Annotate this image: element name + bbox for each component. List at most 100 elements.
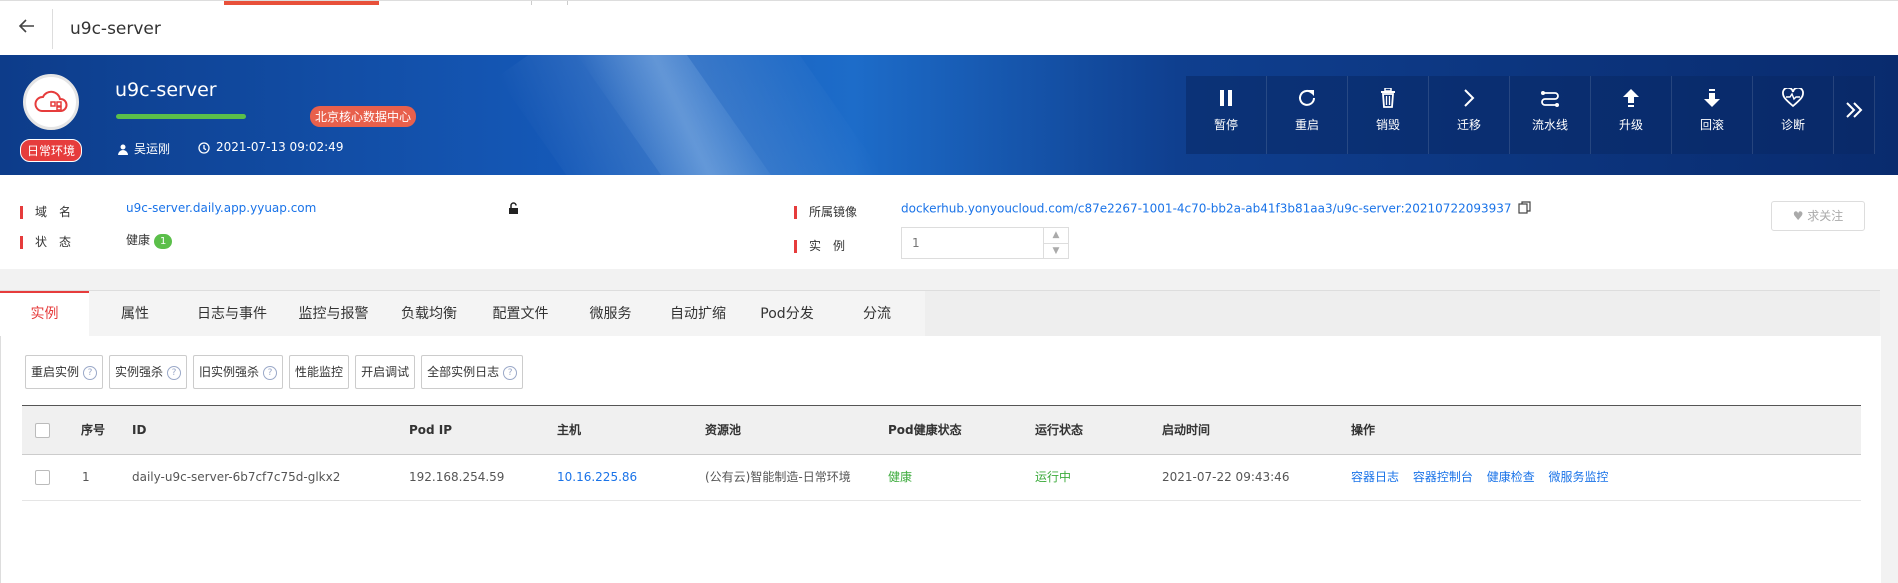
column-header: 主机: [557, 423, 582, 437]
stepper-up-icon[interactable]: ▲: [1044, 228, 1068, 244]
copy-icon[interactable]: [1517, 201, 1531, 217]
upgrade-button[interactable]: 升级: [1591, 76, 1672, 154]
diagnose-button[interactable]: 诊断: [1753, 76, 1834, 154]
image-value: dockerhub.yonyoucloud.com/c87e2267-1001-…: [901, 201, 1531, 217]
app-logo: [23, 74, 79, 130]
top-bar: u9c-server: [0, 0, 1898, 56]
force-kill-instance-button[interactable]: 实例强杀?: [109, 355, 188, 389]
pipeline-icon: [1510, 76, 1590, 116]
column-header: 运行状态: [1035, 423, 1084, 437]
domain-label-text: 域 名: [35, 205, 72, 219]
pipeline-button[interactable]: 流水线: [1510, 76, 1591, 154]
help-icon[interactable]: ?: [263, 365, 278, 380]
tab-divider: [567, 1, 568, 5]
more-actions-button[interactable]: [1834, 76, 1875, 154]
app-name: u9c-server: [115, 79, 217, 101]
table-header: 序号 ID Pod IP 主机 资源池 Pod健康状态 运行状态 启动时间 操作: [22, 405, 1861, 455]
tab-monitoring-alerts[interactable]: 监控与报警: [283, 291, 384, 337]
restart-button[interactable]: 重启: [1267, 76, 1348, 154]
help-icon[interactable]: ?: [83, 365, 98, 380]
performance-monitor-button[interactable]: 性能监控: [289, 355, 350, 389]
instance-input[interactable]: [902, 228, 1044, 258]
restart-instance-button[interactable]: 重启实例?: [25, 355, 104, 389]
divider: [52, 9, 53, 49]
row-start-time: 2021-07-22 09:43:46: [1162, 470, 1290, 484]
row-checkbox[interactable]: [35, 470, 50, 485]
follow-label: 求关注: [1807, 209, 1844, 223]
all-instance-logs-label: 全部实例日志: [427, 365, 500, 379]
unlock-icon[interactable]: [508, 202, 520, 219]
tab-pod-distribution[interactable]: Pod分发: [742, 291, 832, 337]
tab-properties[interactable]: 属性: [89, 291, 181, 337]
row-host-link[interactable]: 10.16.225.86: [557, 454, 637, 500]
upgrade-icon: [1591, 76, 1671, 116]
select-all-checkbox[interactable]: [35, 423, 50, 438]
column-header: ID: [132, 423, 147, 437]
image-label-text: 所属镜像: [809, 205, 858, 219]
enable-debug-button[interactable]: 开启调试: [355, 355, 416, 389]
status-text: 健康: [126, 233, 151, 247]
stepper-down-icon[interactable]: ▼: [1044, 244, 1068, 259]
image-link[interactable]: dockerhub.yonyoucloud.com/c87e2267-1001-…: [901, 202, 1512, 216]
enable-debug-label: 开启调试: [361, 365, 410, 379]
pause-button[interactable]: 暂停: [1186, 76, 1267, 154]
follow-button[interactable]: ♥ 求关注: [1771, 201, 1865, 231]
clock-icon: [198, 141, 210, 154]
double-chevron-right-icon: [1834, 76, 1874, 118]
label-marker: [794, 240, 797, 253]
tab-autoscaling[interactable]: 自动扩缩: [654, 291, 742, 337]
back-arrow-icon[interactable]: [18, 17, 42, 41]
rollback-icon: [1672, 76, 1752, 116]
tab-strip: 实例 属性 日志与事件 监控与报警 负载均衡 配置文件 微服务 自动扩缩 Pod…: [0, 290, 1880, 337]
help-icon[interactable]: ?: [167, 365, 182, 380]
domain-link[interactable]: u9c-server.daily.app.yyuap.com: [126, 201, 316, 215]
tab-traffic-split[interactable]: 分流: [832, 291, 922, 337]
column-header: 启动时间: [1162, 423, 1211, 437]
row-run-status: 运行中: [1035, 470, 1072, 484]
cloud-icon: [34, 90, 68, 112]
table-row: 1 daily-u9c-server-6b7cf7c75d-glkx2 192.…: [22, 454, 1861, 501]
domain-label: 域 名: [20, 203, 71, 220]
help-icon[interactable]: ?: [503, 365, 518, 380]
pipeline-label: 流水线: [1531, 118, 1568, 132]
stepper-arrows[interactable]: ▲ ▼: [1043, 228, 1068, 258]
row-pool: (公有云)智能制造-日常环境: [705, 470, 851, 484]
env-badge: 日常环境: [20, 139, 83, 162]
row-index: 1: [82, 470, 90, 484]
tab-logs-events[interactable]: 日志与事件: [181, 291, 283, 337]
tab-load-balancing[interactable]: 负载均衡: [384, 291, 474, 337]
rollback-label: 回滚: [1699, 118, 1724, 132]
instance-stepper[interactable]: ▲ ▼: [901, 227, 1069, 259]
container-console-link[interactable]: 容器控制台: [1413, 470, 1473, 484]
diagnose-label: 诊断: [1780, 118, 1805, 132]
rollback-button[interactable]: 回滚: [1672, 76, 1753, 154]
tab-microservices[interactable]: 微服务: [567, 291, 654, 337]
column-header: 资源池: [705, 423, 742, 437]
datacenter-badge: 北京核心数据中心: [310, 106, 417, 127]
force-kill-old-instance-button[interactable]: 旧实例强杀?: [193, 355, 284, 389]
migrate-button[interactable]: 迁移: [1429, 76, 1510, 154]
image-label: 所属镜像: [794, 203, 857, 220]
instances-panel: 重启实例? 实例强杀? 旧实例强杀? 性能监控 开启调试 全部实例日志? 序号 …: [0, 336, 1881, 583]
column-header: 操作: [1351, 423, 1376, 437]
row-operations: 容器日志 容器控制台 健康检查 微服务监控: [1351, 454, 1619, 500]
force-kill-instance-label: 实例强杀: [115, 365, 164, 379]
instance-label-text: 实 例: [809, 239, 846, 253]
microservice-monitor-link[interactable]: 微服务监控: [1549, 470, 1609, 484]
status-value: 健康 1: [126, 231, 173, 249]
tab-instances[interactable]: 实例: [0, 291, 89, 337]
destroy-button[interactable]: 销毁: [1348, 76, 1429, 154]
trash-icon: [1348, 76, 1428, 116]
chevron-right-icon: [1429, 76, 1509, 116]
health-check-link[interactable]: 健康检查: [1487, 470, 1535, 484]
all-instance-logs-button[interactable]: 全部实例日志?: [421, 355, 524, 389]
container-logs-link[interactable]: 容器日志: [1351, 470, 1399, 484]
restart-label: 重启: [1294, 118, 1319, 132]
pause-icon: [1186, 76, 1266, 116]
status-label-text: 状 态: [35, 235, 72, 249]
row-pod-ip: 192.168.254.59: [409, 470, 505, 484]
created-time: 2021-07-13 09:02:49: [198, 140, 343, 154]
tab-config-files[interactable]: 配置文件: [474, 291, 567, 337]
migrate-label: 迁移: [1456, 118, 1481, 132]
heart-icon: ♥: [1792, 209, 1808, 223]
